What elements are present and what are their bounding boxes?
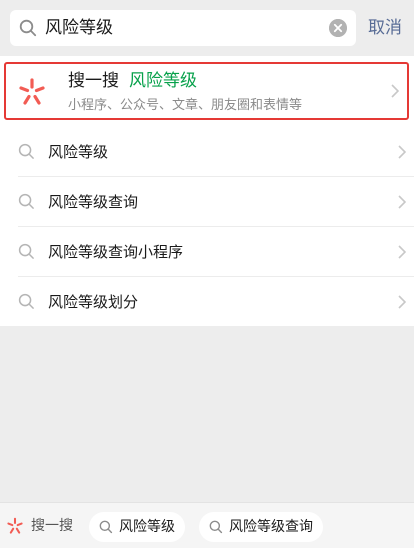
- bottom-chip[interactable]: 风险等级: [89, 512, 185, 542]
- search-icon: [18, 293, 34, 309]
- search-icon: [19, 19, 37, 37]
- sou-yi-sou-logo-icon: [19, 78, 45, 105]
- cancel-button[interactable]: 取消: [368, 10, 402, 46]
- bottom-chip-label: 风险等级查询: [229, 519, 313, 535]
- clear-icon[interactable]: [329, 19, 347, 37]
- sou-yi-sou-logo-icon: [7, 517, 23, 534]
- search-page: 风险等级 取消 搜一搜 风险等级 小程序、公众号、文章、朋友圈和表情等 风险等级…: [0, 0, 414, 548]
- chevron-right-icon: [398, 295, 406, 309]
- search-results-panel: 搜一搜 风险等级 小程序、公众号、文章、朋友圈和表情等 风险等级 风险等级查询 …: [0, 56, 414, 326]
- suggestion-label: 风险等级查询: [48, 193, 139, 211]
- suggestion-item[interactable]: 风险等级: [0, 127, 414, 177]
- featured-subtitle: 小程序、公众号、文章、朋友圈和表情等: [68, 98, 303, 113]
- search-icon: [18, 243, 34, 259]
- search-header: 风险等级 取消: [0, 0, 414, 56]
- suggestion-label: 风险等级: [48, 143, 109, 161]
- search-query-text: 风险等级: [45, 18, 113, 38]
- search-icon: [209, 520, 223, 534]
- search-icon: [18, 193, 34, 209]
- bottom-chip[interactable]: 风险等级查询: [199, 512, 323, 542]
- search-icon: [99, 520, 113, 534]
- suggestion-item[interactable]: 风险等级划分: [0, 277, 414, 327]
- featured-title-line: 搜一搜 风险等级: [68, 70, 197, 92]
- featured-keyword: 风险等级: [129, 71, 197, 91]
- chevron-right-icon: [398, 195, 406, 209]
- suggestion-item[interactable]: 风险等级查询小程序: [0, 227, 414, 277]
- search-input[interactable]: 风险等级: [10, 10, 356, 46]
- bottom-suggestion-bar: 搜一搜 风险等级 风险等级查询: [0, 502, 414, 548]
- featured-title: 搜一搜: [68, 71, 119, 91]
- bottom-chip-label: 风险等级: [119, 519, 175, 535]
- chevron-right-icon: [398, 245, 406, 259]
- suggestion-label: 风险等级查询小程序: [48, 243, 184, 261]
- search-icon: [18, 143, 34, 159]
- suggestion-item[interactable]: 风险等级查询: [0, 177, 414, 227]
- bottom-sou-label[interactable]: 搜一搜: [31, 503, 73, 548]
- sou-yi-sou-result[interactable]: 搜一搜 风险等级 小程序、公众号、文章、朋友圈和表情等: [4, 62, 409, 120]
- suggestion-list: 风险等级 风险等级查询 风险等级查询小程序 风险等级划分: [0, 127, 414, 327]
- suggestion-label: 风险等级划分: [48, 293, 139, 311]
- chevron-right-icon: [398, 145, 406, 159]
- chevron-right-icon: [391, 84, 399, 98]
